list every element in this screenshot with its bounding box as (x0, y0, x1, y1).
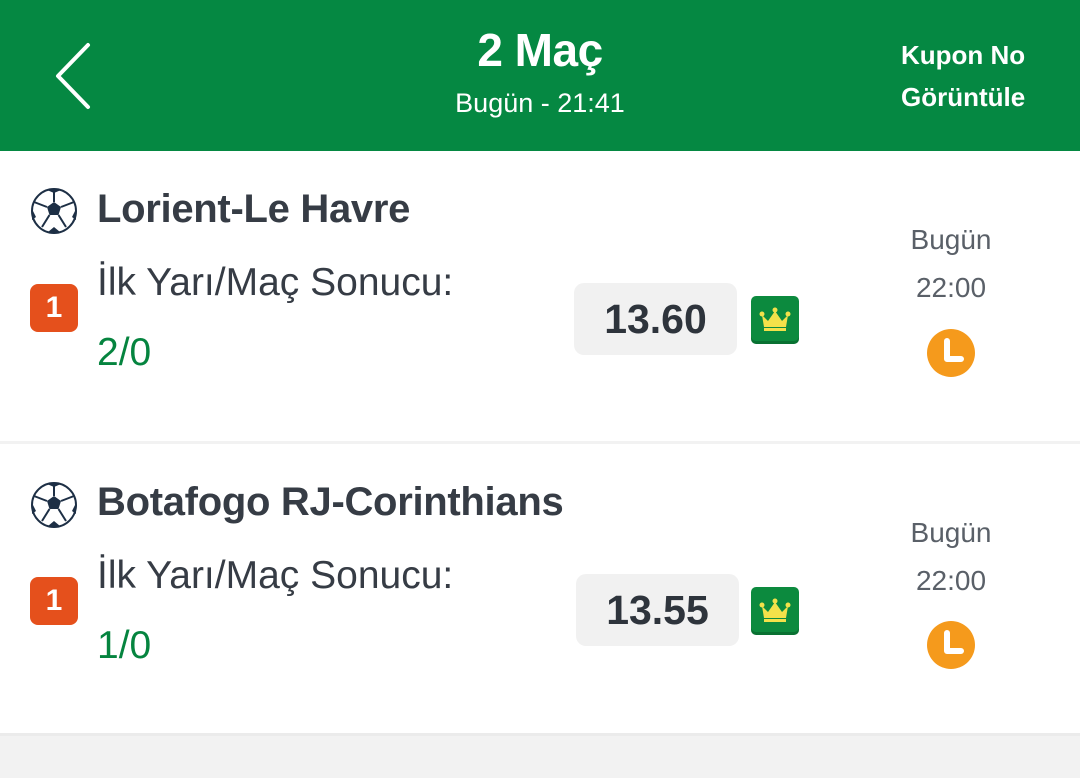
odd-value[interactable]: 13.55 (576, 574, 739, 646)
market-label: İlk Yarı/Maç Sonucu: (97, 554, 454, 597)
crown-icon (759, 598, 791, 622)
sequence-badge: 1 (30, 284, 78, 332)
clock-icon (927, 621, 975, 669)
selection-value: 1/0 (97, 624, 152, 667)
odd-value[interactable]: 13.60 (574, 283, 737, 355)
market-label: İlk Yarı/Maç Sonucu: (97, 261, 454, 304)
match-day: Bugün (910, 224, 992, 255)
back-button[interactable] (44, 36, 104, 116)
soccer-ball-icon (31, 482, 77, 528)
match-name: Botafogo RJ-Corinthians (97, 480, 564, 524)
match-time: 22:00 (915, 272, 987, 303)
soccer-ball-icon (31, 188, 77, 234)
kupon-label-line1: Kupon No (901, 40, 1026, 70)
chevron-left-icon (56, 43, 90, 109)
sequence-badge: 1 (30, 577, 78, 625)
match-time: 22:00 (915, 565, 987, 596)
kupon-label-line2: Görüntüle (901, 82, 1026, 112)
clock-icon (927, 329, 975, 377)
crown-icon (759, 307, 791, 331)
view-coupon-number-button[interactable]: Kupon No Görüntüle (901, 34, 1036, 118)
match-list: Lorient-Le Havre 1 İlk Yarı/Maç Sonucu: … (0, 151, 1080, 736)
page-subtitle: Bugün - 21:41 (455, 88, 625, 118)
page-title: 2 Maç (477, 24, 603, 76)
top-bar: 2 Maç Bugün - 21:41 Kupon No Görüntüle (0, 0, 1080, 151)
match-card[interactable]: Lorient-Le Havre 1 İlk Yarı/Maç Sonucu: … (0, 151, 1080, 441)
match-card[interactable]: Botafogo RJ-Corinthians 1 İlk Yarı/Maç S… (0, 444, 1080, 736)
match-day: Bugün (910, 517, 992, 548)
match-name: Lorient-Le Havre (97, 187, 411, 231)
selection-value: 2/0 (97, 331, 152, 374)
crown-icon (751, 587, 799, 635)
header-center: 2 Maç Bugün - 21:41 (340, 20, 740, 122)
match-datetime: Bugün 22:00 (888, 223, 1014, 305)
match-datetime: Bugün 22:00 (888, 516, 1014, 598)
crown-icon (751, 296, 799, 344)
